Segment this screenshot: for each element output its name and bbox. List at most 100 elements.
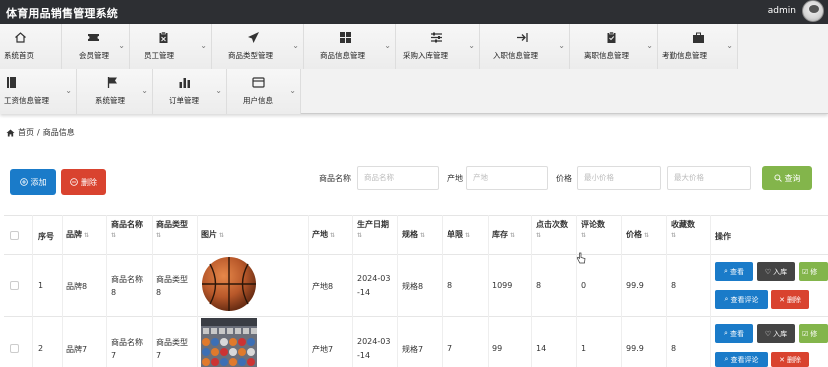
col-header-comments[interactable]: 评论数 ⇅ [581,219,605,239]
search-icon [773,174,782,182]
close-icon: ✕ [779,355,785,364]
product-image-basketball[interactable] [201,256,257,312]
nav-item-system[interactable]: 系统管理 ⌄ [77,69,153,114]
col-header-date[interactable]: 生产日期 ⇅ [357,219,389,239]
cell-date: 2024-03 [357,337,391,346]
cell-price: 99.9 [626,344,644,353]
nav-item-staff[interactable]: 员工管理 ⌄ [130,24,212,69]
cell-price: 99.9 [626,281,644,290]
nav-label: 系统首页 [4,51,34,60]
home-icon [13,31,27,45]
select-all-checkbox[interactable] [10,231,19,240]
stock-in-button[interactable]: ♡ 入库 [757,324,795,343]
row-divider [4,316,828,317]
clipboard-icon [156,31,170,45]
col-header-favorites[interactable]: 收藏数 ⇅ [671,219,695,239]
min-price-input[interactable]: 最小价格 [577,166,661,190]
cell-spec: 规格8 [402,282,424,291]
view-comments-button[interactable]: ⌕ 查看评论 [715,352,768,367]
row-checkbox[interactable] [10,344,19,353]
edit-button[interactable]: ☑ 修 [799,262,828,281]
sort-icon: ⇅ [465,232,471,239]
chevron-down-icon: ⌄ [726,41,733,50]
user-name[interactable]: admin [768,6,796,16]
cell-limit: 7 [447,344,453,353]
nav-item-onboarding[interactable]: 入职信息管理 ⌄ [480,24,570,69]
view-button-label: 查看 [729,329,744,338]
grid-icon [338,31,352,45]
hand-cursor-icon [576,252,586,264]
search-icon: ⌕ [724,355,729,363]
book-icon [4,76,18,90]
nav-item-orders[interactable]: 订单管理 ⌄ [153,69,227,114]
nav-item-user-info[interactable]: 用户信息 ⌄ [227,69,301,114]
cell-clicks: 8 [536,281,542,290]
origin-input[interactable]: 产地 [466,166,548,190]
nav-label: 离职信息管理 [584,51,629,60]
chevron-down-icon: ⌄ [289,86,296,95]
row-checkbox[interactable] [10,281,19,290]
sort-icon: ⇅ [510,232,516,239]
col-header-limit[interactable]: 单限 ⇅ [447,229,470,240]
avatar[interactable] [802,0,824,22]
home-icon [6,128,15,137]
breadcrumb-current: 商品信息 [42,128,75,137]
chevron-down-icon: ⌄ [118,41,125,50]
col-header-actions: 操作 [715,232,731,241]
edit-button[interactable]: ☑ 修 [799,324,828,343]
header-text: 评论数 [581,220,605,229]
view-button[interactable]: ⌕ 查看 [715,324,753,343]
col-header-clicks[interactable]: 点击次数 ⇅ [536,219,568,239]
sort-icon: ⇅ [420,232,426,239]
header-text: 单限 [447,230,463,239]
nav-row-2: 工资信息管理 ⌄ 系统管理 ⌄ 订单管理 ⌄ 用户信息 ⌄ [0,69,301,114]
column-divider [666,215,667,367]
col-header-price[interactable]: 价格 ⇅ [626,229,649,240]
col-header-spec[interactable]: 规格 ⇅ [402,229,425,240]
search-name-label: 商品名称 [319,174,351,183]
cell-limit: 8 [447,281,453,290]
col-header-name[interactable]: 商品名称 ⇅ [111,219,143,239]
query-button[interactable]: 查询 [762,166,812,190]
plus-circle-icon [19,178,28,186]
cell-type: 商品类型 [156,275,188,284]
nav-item-products[interactable]: 商品信息管理 ⌄ [304,24,396,69]
chevron-down-icon: ⌄ [200,41,207,50]
view-comments-label: 查看评论 [730,355,759,364]
col-header-origin[interactable]: 产地 ⇅ [312,229,335,240]
stock-in-button-label: 入库 [773,267,788,276]
breadcrumb-home[interactable]: 首页 [18,127,34,138]
nav-item-offboarding[interactable]: 离职信息管理 ⌄ [570,24,658,69]
cell-type: 商品类型 [156,338,188,347]
cell-comments: 0 [581,281,587,290]
header-text: 规格 [402,230,418,239]
row-delete-button[interactable]: ✕ 删除 [771,290,809,309]
query-button-label: 查询 [784,173,801,183]
nav-item-salary[interactable]: 工资信息管理 ⌄ [0,69,77,114]
col-header-type[interactable]: 商品类型 ⇅ [156,219,188,239]
max-price-input[interactable]: 最大价格 [667,166,751,190]
col-header-stock[interactable]: 库存 ⇅ [492,229,515,240]
row-delete-button[interactable]: ✕ 删除 [771,352,809,367]
add-button[interactable]: 添加 [10,169,56,195]
view-button[interactable]: ⌕ 查看 [715,262,753,281]
col-header-brand[interactable]: 品牌 ⇅ [66,229,89,240]
stock-in-button[interactable]: ♡ 入库 [757,262,795,281]
row-delete-label: 删除 [786,295,801,304]
column-divider [621,215,622,367]
cell-date-suffix: -14 [357,351,371,360]
column-divider [197,215,198,367]
view-comments-button[interactable]: ⌕ 查看评论 [715,290,768,309]
cell-name-suffix: 8 [111,288,117,297]
send-icon [246,31,260,45]
nav-item-product-types[interactable]: 商品类型管理 ⌄ [212,24,304,69]
col-header-image[interactable]: 图片 ⇅ [201,229,224,240]
cell-comments: 1 [581,344,587,353]
nav-item-purchasing[interactable]: 采购入库管理 ⌄ [396,24,480,69]
product-image-store[interactable] [201,318,257,367]
delete-button[interactable]: 删除 [61,169,106,195]
nav-item-attendance[interactable]: 考勤信息管理 ⌄ [658,24,738,69]
nav-item-members[interactable]: 会员管理 ⌄ [62,24,130,69]
product-name-input[interactable]: 商品名称 [357,166,439,190]
nav-item-home[interactable]: 系统首页 [0,24,62,69]
